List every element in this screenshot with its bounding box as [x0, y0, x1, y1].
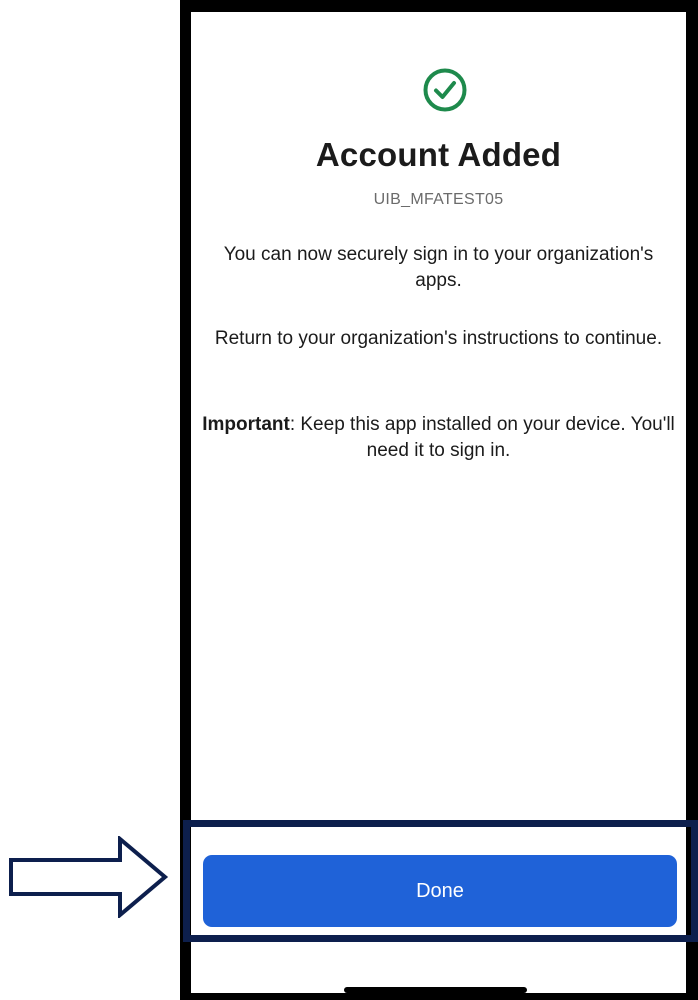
- sign-in-info-text: You can now securely sign in to your org…: [223, 244, 654, 291]
- phone-bottom-edge: [180, 993, 698, 1000]
- check-circle-icon: [423, 68, 467, 112]
- done-highlight-box: [183, 820, 698, 942]
- page: Account Added UIB_MFATEST05 You can now …: [0, 0, 698, 1000]
- important-label: Important: [202, 414, 290, 435]
- page-title: Account Added: [315, 136, 562, 173]
- arrow-right-icon: [9, 836, 169, 918]
- done-highlight-box-edge: [691, 820, 698, 942]
- important-note-text: : Keep this app installed on your device…: [289, 414, 675, 461]
- important-note: Important: Keep this app installed on yo…: [201, 412, 676, 464]
- account-name: UIB_MFATEST05: [373, 191, 504, 208]
- return-instructions-text: Return to your organization's instructio…: [214, 328, 663, 349]
